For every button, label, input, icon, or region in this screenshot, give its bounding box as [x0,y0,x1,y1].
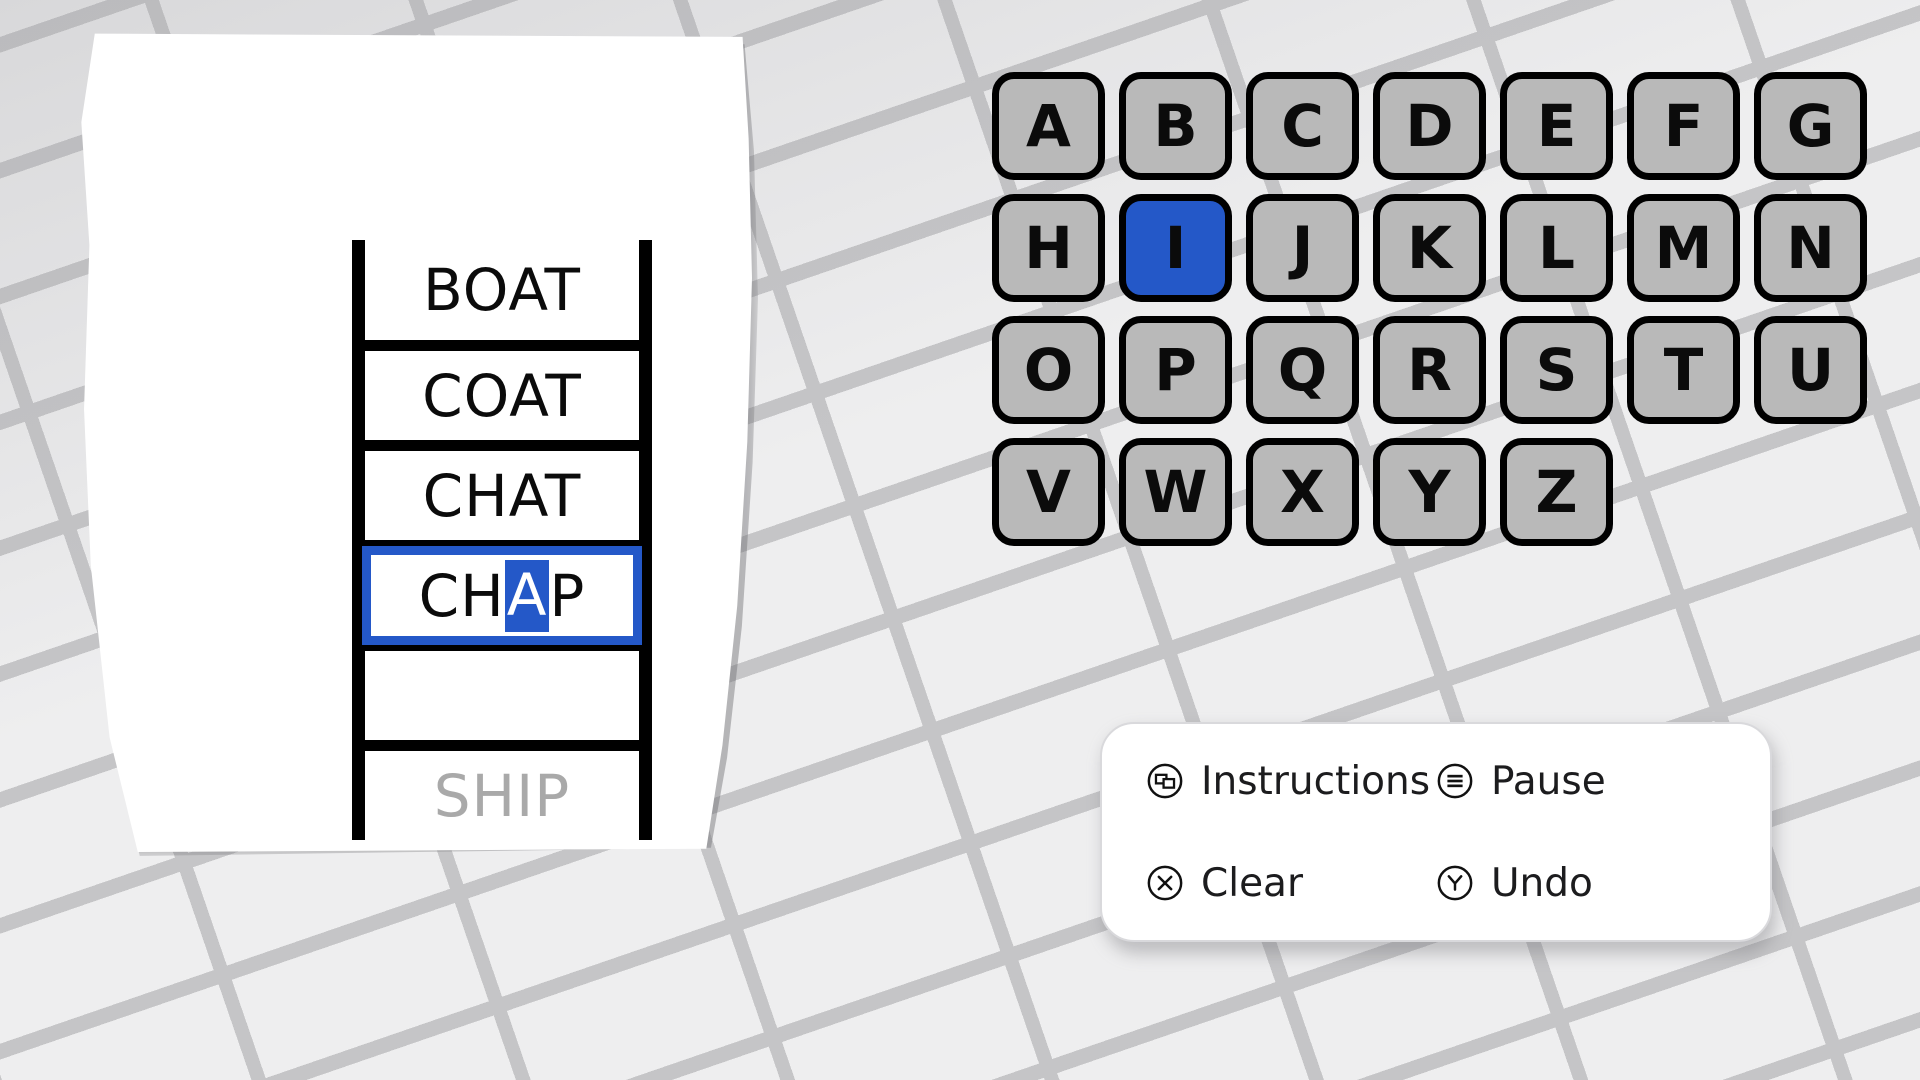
word-ladder: BOAT COAT CHAT CHAP SHIP [352,240,652,840]
active-word: CHAP [419,559,586,632]
key-i-selected[interactable]: I [1119,194,1232,302]
ladder-row-5-empty[interactable] [365,640,639,740]
menu-icon [1437,763,1473,799]
keyboard-row-3: O P Q R S T U [992,316,1902,424]
key-r[interactable]: R [1373,316,1486,424]
y-button-icon [1437,865,1473,901]
control-instructions-label: Instructions [1201,758,1431,804]
key-t[interactable]: T [1627,316,1740,424]
key-c[interactable]: C [1246,72,1359,180]
control-undo-label: Undo [1491,860,1593,906]
active-letter-4[interactable]: P [549,567,585,625]
control-instructions[interactable]: Instructions [1146,762,1436,801]
ladder-row-1[interactable]: BOAT [365,240,639,340]
letter-keyboard: A B C D E F G H I J K L M N O P Q R S T … [992,72,1902,560]
ladder-row-6-target: SHIP [365,740,639,840]
key-e[interactable]: E [1500,72,1613,180]
key-b[interactable]: B [1119,72,1232,180]
game-screen: BOAT COAT CHAT CHAP SHIP A B C D E F G H… [0,0,1920,1080]
key-z[interactable]: Z [1500,438,1613,546]
active-letter-2[interactable]: H [460,567,505,625]
ladder-rail-left [352,240,365,840]
control-pause-label: Pause [1491,758,1606,804]
key-o[interactable]: O [992,316,1105,424]
key-u[interactable]: U [1754,316,1867,424]
key-m[interactable]: M [1627,194,1740,302]
keyboard-row-4: V W X Y Z [992,438,1902,546]
key-j[interactable]: J [1246,194,1359,302]
ladder-row-2[interactable]: COAT [365,340,639,440]
active-word-selection-box[interactable]: CHAP [362,546,642,645]
ladder-row-4-active[interactable]: CHAP [362,540,642,645]
key-k[interactable]: K [1373,194,1486,302]
key-a[interactable]: A [992,72,1105,180]
ladder-word-6-goal: SHIP [433,761,571,830]
ladder-word-2: COAT [422,361,582,430]
ladder-word-3: CHAT [422,461,582,530]
ladder-rungs: BOAT COAT CHAT CHAP SHIP [362,240,642,840]
control-clear-label: Clear [1201,860,1303,906]
key-x[interactable]: X [1246,438,1359,546]
controls-panel: Instructions Pause Clear Undo [1100,722,1772,942]
keyboard-row-2: H I J K L M N [992,194,1902,302]
x-button-icon [1147,865,1183,901]
key-s[interactable]: S [1500,316,1613,424]
control-undo[interactable]: Undo [1436,864,1726,903]
active-letter-3-selected[interactable]: A [504,559,550,632]
key-w[interactable]: W [1119,438,1232,546]
control-clear[interactable]: Clear [1146,864,1436,903]
key-f[interactable]: F [1627,72,1740,180]
active-letter-1[interactable]: C [419,567,461,625]
keyboard-row-1: A B C D E F G [992,72,1902,180]
windows-icon [1147,763,1183,799]
key-n[interactable]: N [1754,194,1867,302]
key-g[interactable]: G [1754,72,1867,180]
ladder-rail-right [639,240,652,840]
key-h[interactable]: H [992,194,1105,302]
key-d[interactable]: D [1373,72,1486,180]
key-v[interactable]: V [992,438,1105,546]
control-pause[interactable]: Pause [1436,762,1726,801]
key-l[interactable]: L [1500,194,1613,302]
key-y[interactable]: Y [1373,438,1486,546]
key-q[interactable]: Q [1246,316,1359,424]
ladder-word-1: BOAT [422,256,581,324]
key-p[interactable]: P [1119,316,1232,424]
ladder-row-3[interactable]: CHAT [365,440,639,540]
